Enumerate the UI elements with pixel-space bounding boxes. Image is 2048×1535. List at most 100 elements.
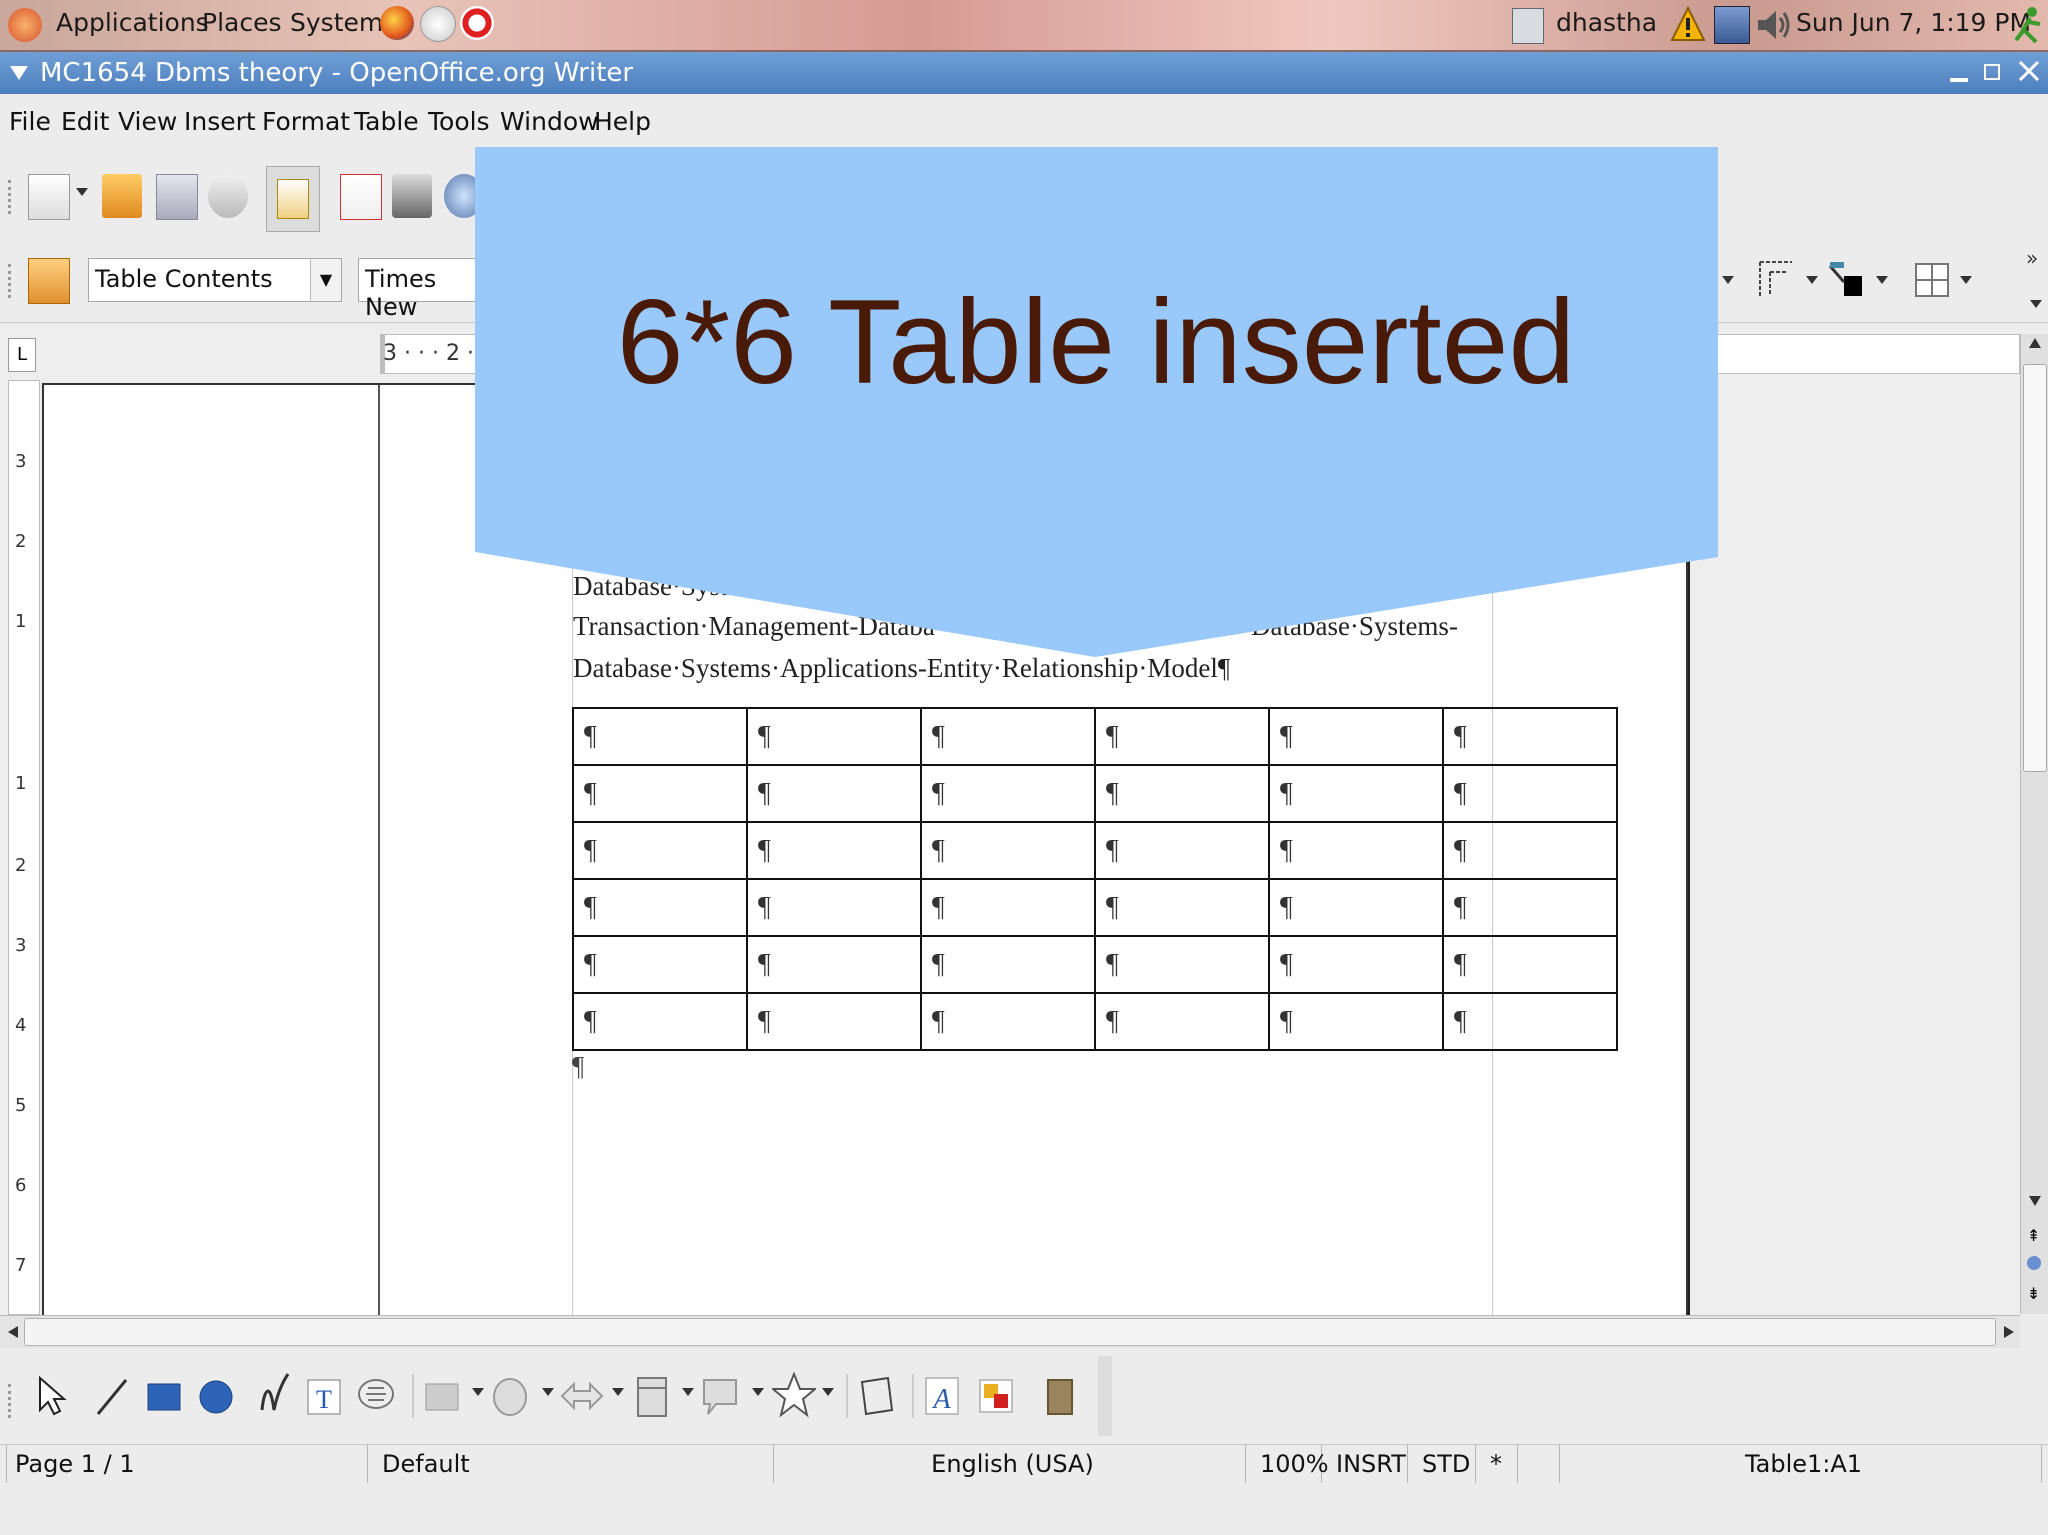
stars-dropdown-icon[interactable]	[822, 1388, 834, 1396]
new-dropdown-icon[interactable]	[76, 188, 88, 196]
status-page[interactable]: Page 1 / 1	[6, 1445, 368, 1483]
table-cell[interactable]: ¶	[1268, 821, 1444, 880]
window-menu-arrow-icon[interactable]	[10, 66, 28, 80]
rectangle-tool-icon[interactable]	[144, 1374, 184, 1418]
print-icon[interactable]	[392, 174, 432, 218]
table-cell-a1[interactable]: ¶	[572, 707, 748, 766]
vertical-scroll-thumb[interactable]	[2023, 364, 2047, 772]
extrusion-3d-icon[interactable]	[1040, 1374, 1080, 1418]
symbol-shapes-icon[interactable]	[490, 1374, 530, 1418]
table-cell[interactable]: ¶	[1094, 992, 1270, 1051]
scroll-down-icon[interactable]	[2029, 1196, 2041, 1206]
callouts-icon[interactable]	[356, 1374, 396, 1418]
toolbar-grip[interactable]	[8, 180, 15, 214]
paragraph-style-combo[interactable]: Table Contents ▼	[88, 258, 342, 302]
status-table-cell[interactable]: Table1:A1	[1566, 1445, 2042, 1483]
table-cell[interactable]: ¶	[746, 992, 922, 1051]
status-selection-mode[interactable]: STD	[1414, 1445, 1476, 1483]
close-icon[interactable]	[2018, 60, 2040, 82]
toolbar-options-arrow-icon[interactable]	[2030, 300, 2042, 308]
table-cell[interactable]: ¶	[1094, 935, 1270, 994]
warning-icon[interactable]	[1670, 6, 1706, 42]
toolbar-grip[interactable]	[8, 264, 15, 298]
block-arrows-dropdown-icon[interactable]	[612, 1388, 624, 1396]
next-page-icon[interactable]: ⇟	[2027, 1284, 2040, 1303]
table-cell[interactable]: ¶	[1442, 878, 1618, 937]
ubuntu-logo-icon[interactable]	[8, 8, 42, 42]
system-menu[interactable]: System	[290, 8, 383, 37]
freeform-line-icon[interactable]	[254, 1370, 294, 1418]
table-cell[interactable]: ¶	[920, 821, 1096, 880]
table-cell[interactable]: ¶	[1268, 878, 1444, 937]
status-document-modified[interactable]: *	[1482, 1445, 1518, 1483]
table-cell[interactable]: ¶	[920, 707, 1096, 766]
tab-stop-selector[interactable]: L	[8, 338, 36, 372]
chevron-down-icon[interactable]: ▼	[310, 259, 341, 301]
flowcharts-dropdown-icon[interactable]	[682, 1388, 694, 1396]
table-cell[interactable]: ¶	[920, 764, 1096, 823]
horizontal-scrollbar[interactable]	[0, 1315, 2020, 1349]
table-cell[interactable]: ¶	[746, 707, 922, 766]
toolbar-grip[interactable]	[8, 1384, 15, 1418]
menu-window[interactable]: Window	[500, 107, 599, 136]
table-cell[interactable]: ¶	[920, 878, 1096, 937]
export-pdf-icon[interactable]	[340, 174, 382, 220]
vertical-scrollbar[interactable]: ⇞ ⇟	[2020, 334, 2048, 1314]
table-cells-dropdown-icon[interactable]	[1960, 276, 1972, 284]
dropdown-arrow-icon[interactable]	[1722, 276, 1734, 284]
status-zoom[interactable]: 100%	[1252, 1445, 1329, 1483]
table-cell[interactable]: ¶	[920, 935, 1096, 994]
drawing-toolbar-overflow[interactable]	[1098, 1356, 1112, 1436]
table-cell[interactable]: ¶	[572, 764, 748, 823]
table-cell[interactable]: ¶	[1442, 992, 1618, 1051]
border-style-icon[interactable]	[1826, 258, 1866, 302]
insert-image-icon[interactable]	[976, 1374, 1016, 1418]
points-edit-icon[interactable]	[856, 1374, 896, 1418]
vertical-ruler[interactable]: 3 2 1 1 2 3 4 5 6 7	[8, 380, 40, 1315]
applications-menu[interactable]: Applications	[56, 8, 209, 37]
menu-format[interactable]: Format	[262, 107, 350, 136]
maximize-icon[interactable]	[1984, 64, 2000, 80]
navigation-icon[interactable]	[2027, 1256, 2041, 1270]
volume-icon[interactable]	[1756, 8, 1792, 42]
scroll-right-icon[interactable]	[2004, 1326, 2014, 1338]
clock[interactable]: Sun Jun 7, 1:19 PM	[1796, 8, 2031, 37]
table-cell[interactable]: ¶	[572, 821, 748, 880]
table-cell[interactable]: ¶	[572, 935, 748, 994]
flowcharts-icon[interactable]	[632, 1374, 672, 1418]
menu-insert[interactable]: Insert	[184, 107, 256, 136]
user-name[interactable]: dhastha	[1556, 8, 1657, 37]
ellipse-tool-icon[interactable]	[196, 1374, 236, 1418]
menu-edit[interactable]: Edit	[61, 107, 109, 136]
network-icon[interactable]	[1714, 6, 1750, 44]
window-title-bar[interactable]: MC1654 Dbms theory - OpenOffice.org Writ…	[0, 52, 2048, 94]
logout-running-man-icon[interactable]	[2010, 6, 2044, 44]
email-document-icon[interactable]	[208, 174, 248, 218]
document-text-line[interactable]: Database·Systems·Applications-Entity·Rel…	[573, 653, 1230, 684]
minimize-icon[interactable]	[1950, 78, 1968, 82]
edit-mode-toggle[interactable]	[266, 166, 320, 232]
previous-page-icon[interactable]: ⇞	[2027, 1226, 2040, 1245]
table-cell[interactable]: ¶	[746, 821, 922, 880]
status-language[interactable]: English (USA)	[780, 1445, 1246, 1483]
status-digital-signature[interactable]	[1524, 1445, 1560, 1483]
table-cell[interactable]: ¶	[1094, 821, 1270, 880]
new-document-icon[interactable]	[28, 174, 70, 220]
table-cell[interactable]: ¶	[920, 992, 1096, 1051]
user-switcher-icon[interactable]	[1512, 8, 1544, 44]
symbol-shapes-dropdown-icon[interactable]	[542, 1388, 554, 1396]
menu-table[interactable]: Table	[354, 107, 419, 136]
callout-shapes-icon[interactable]	[700, 1374, 740, 1418]
status-page-style[interactable]: Default	[374, 1445, 774, 1483]
fontwork-icon[interactable]: A	[922, 1374, 962, 1418]
menu-file[interactable]: File	[9, 107, 51, 136]
stars-icon[interactable]	[772, 1372, 816, 1418]
border-style-dropdown-icon[interactable]	[1876, 276, 1888, 284]
help-lifebuoy-icon[interactable]	[460, 6, 494, 40]
mail-icon[interactable]	[420, 6, 456, 42]
open-folder-icon[interactable]	[102, 174, 142, 218]
table-cell[interactable]: ¶	[746, 764, 922, 823]
save-icon[interactable]	[156, 174, 198, 220]
table-cell[interactable]: ¶	[1094, 764, 1270, 823]
basic-shapes-icon[interactable]	[422, 1374, 462, 1418]
